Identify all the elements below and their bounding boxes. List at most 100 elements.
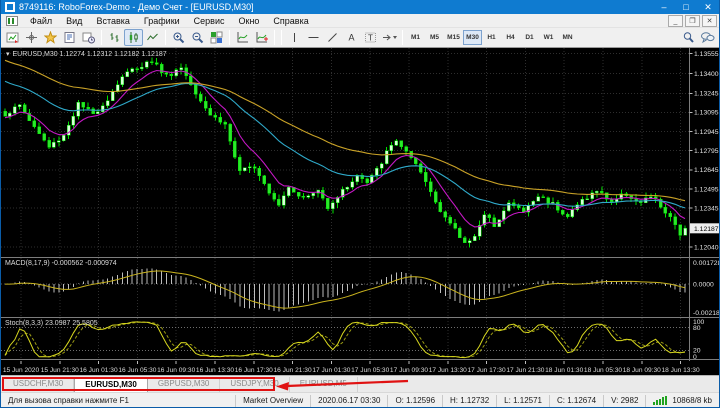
- status-volume: V: 2982: [603, 394, 645, 407]
- tab-gbpusd-m30[interactable]: GBPUSD,M30: [147, 377, 221, 392]
- timeframe-d1[interactable]: D1: [520, 30, 539, 45]
- status-bar: Для вызова справки нажмите F1 Market Ove…: [1, 392, 719, 407]
- child-close-button[interactable]: ✕: [702, 14, 717, 27]
- svg-text:80: 80: [693, 325, 701, 332]
- status-help-text: Для вызова справки нажмите F1: [8, 395, 129, 405]
- bar-chart-style-button[interactable]: [105, 29, 124, 46]
- svg-text:A: A: [348, 33, 354, 43]
- svg-text:T: T: [368, 34, 373, 43]
- svg-text:1.13095: 1.13095: [694, 110, 719, 117]
- zoom-in-icon[interactable]: [169, 29, 188, 46]
- zoom-out-icon[interactable]: [188, 29, 207, 46]
- timeframe-h1[interactable]: H1: [482, 30, 501, 45]
- chart-area[interactable]: 1.13555 1.13400 1.13245 1.13095 1.12945 1.127…: [1, 48, 720, 375]
- new-chart-button[interactable]: [3, 29, 22, 46]
- chart-symbol-label: ▾ EURUSD,M30 1.12274 1.12312 1.12182 1.12…: [6, 51, 167, 58]
- timeframe-m30[interactable]: M30: [463, 30, 482, 45]
- close-button[interactable]: ✕: [697, 0, 719, 14]
- candlestick-style-button[interactable]: [124, 29, 143, 46]
- status-low: L: 1.12571: [496, 394, 549, 407]
- status-high: H: 1.12732: [442, 394, 496, 407]
- svg-text:17 Jun 05:30: 17 Jun 05:30: [351, 367, 389, 374]
- svg-text:1.13400: 1.13400: [694, 71, 719, 78]
- timeframe-w1[interactable]: W1: [539, 30, 558, 45]
- svg-text:1.12495: 1.12495: [694, 186, 719, 193]
- svg-text:17 Jun 09:30: 17 Jun 09:30: [390, 367, 428, 374]
- tab-eurusd-m30[interactable]: EURUSD,M30: [74, 377, 148, 392]
- svg-text:15 Jun 21:30: 15 Jun 21:30: [41, 367, 79, 374]
- svg-text:1.12795: 1.12795: [694, 148, 719, 155]
- tab-usdchf-m30[interactable]: USDCHF,M30: [3, 377, 75, 392]
- timeframe-m5[interactable]: M5: [425, 30, 444, 45]
- menu-help[interactable]: Справка: [266, 14, 315, 28]
- svg-text:17 Jun 21:30: 17 Jun 21:30: [506, 367, 544, 374]
- window-title: 8749116: RoboForex-Demo - Демо Счет - [E…: [19, 2, 254, 12]
- status-connection: 10868/8 kb: [645, 394, 719, 407]
- svg-text:18 Jun 01:30: 18 Jun 01:30: [545, 367, 583, 374]
- minimize-button[interactable]: –: [653, 0, 675, 14]
- svg-text:18 Jun 05:30: 18 Jun 05:30: [584, 367, 622, 374]
- menu-charts[interactable]: Графики: [137, 14, 187, 28]
- svg-text:1.12187: 1.12187: [694, 226, 719, 233]
- svg-text:0.0000: 0.0000: [693, 281, 714, 288]
- macd-indicator-label: MACD(8,17,9) -0.000562 -0.000974: [5, 260, 117, 267]
- tab-usdjpy-m30[interactable]: USDJPY,M30: [220, 377, 290, 392]
- svg-text:1.12345: 1.12345: [694, 205, 719, 212]
- title-bar: 8749116: RoboForex-Demo - Демо Счет - [E…: [1, 0, 719, 14]
- horizontal-line-tool-button[interactable]: [304, 29, 323, 46]
- menu-file[interactable]: Файл: [23, 14, 59, 28]
- menu-view[interactable]: Вид: [59, 14, 89, 28]
- svg-text:17 Jun 13:30: 17 Jun 13:30: [429, 367, 467, 374]
- svg-text:1.13555: 1.13555: [694, 51, 719, 58]
- svg-text:16 Jun 21:30: 16 Jun 21:30: [274, 367, 312, 374]
- cursor-tool-button[interactable]: [285, 29, 304, 46]
- tile-windows-icon[interactable]: [207, 29, 226, 46]
- crosshair-icon[interactable]: [22, 29, 41, 46]
- maximize-button[interactable]: □: [675, 0, 697, 14]
- svg-text:16 Jun 13:30: 16 Jun 13:30: [196, 367, 234, 374]
- tab-eurusd-m5[interactable]: EURUSD,M5: [289, 377, 358, 392]
- svg-text:1.12645: 1.12645: [694, 167, 719, 174]
- indicators-button[interactable]: [233, 29, 252, 46]
- svg-text:0: 0: [693, 354, 697, 361]
- price-chart-canvas[interactable]: 1.13555 1.13400 1.13245 1.13095 1.12945 1.127…: [1, 48, 720, 375]
- chart-window-icon[interactable]: [6, 15, 18, 26]
- svg-text:16 Jun 01:30: 16 Jun 01:30: [80, 367, 118, 374]
- chat-icon[interactable]: [698, 29, 717, 46]
- text-tool-button[interactable]: A: [342, 29, 361, 46]
- timeframe-m15[interactable]: M15: [444, 30, 463, 45]
- svg-text:15 Jun 2020: 15 Jun 2020: [3, 367, 40, 374]
- timeframe-mn[interactable]: MN: [558, 30, 577, 45]
- terminal-window: 8749116: RoboForex-Demo - Демо Счет - [E…: [0, 0, 720, 408]
- app-icon: [5, 2, 15, 12]
- trendline-tool-button[interactable]: [323, 29, 342, 46]
- favorites-icon[interactable]: [41, 29, 60, 46]
- svg-text:16 Jun 05:30: 16 Jun 05:30: [118, 367, 156, 374]
- arrows-tool-button[interactable]: [380, 29, 399, 46]
- menu-insert[interactable]: Вставка: [89, 14, 136, 28]
- svg-text:18 Jun 13:30: 18 Jun 13:30: [662, 367, 700, 374]
- indicator-list-button[interactable]: [252, 29, 271, 46]
- search-icon[interactable]: [679, 29, 698, 46]
- child-minimize-button[interactable]: _: [668, 14, 683, 27]
- svg-text:1.12945: 1.12945: [694, 129, 719, 136]
- svg-text:1.12040: 1.12040: [694, 244, 719, 251]
- text-label-tool-button[interactable]: T: [361, 29, 380, 46]
- timeframe-m1[interactable]: M1: [406, 30, 425, 45]
- svg-text:16 Jun 09:30: 16 Jun 09:30: [157, 367, 195, 374]
- connection-bars-icon: [653, 396, 668, 405]
- menu-bar: Файл Вид Вставка Графики Сервис Окно Спр…: [1, 14, 719, 28]
- line-chart-style-button[interactable]: [143, 29, 162, 46]
- status-open: O: 1.12596: [387, 394, 442, 407]
- child-restore-button[interactable]: ❐: [685, 14, 700, 27]
- status-market-overview: Market Overview: [235, 394, 310, 407]
- menu-tools[interactable]: Сервис: [187, 14, 232, 28]
- toolbar: A T M1 M5 M15 M30 H1 H4 D1 W1 MN: [1, 28, 719, 48]
- svg-text:0.001728: 0.001728: [693, 260, 720, 267]
- new-order-button[interactable]: [60, 29, 79, 46]
- menu-window[interactable]: Окно: [232, 14, 267, 28]
- status-datetime: 2020.06.17 03:30: [310, 394, 387, 407]
- svg-text:16 Jun 17:30: 16 Jun 17:30: [235, 367, 273, 374]
- history-center-icon[interactable]: [79, 29, 98, 46]
- timeframe-h4[interactable]: H4: [501, 30, 520, 45]
